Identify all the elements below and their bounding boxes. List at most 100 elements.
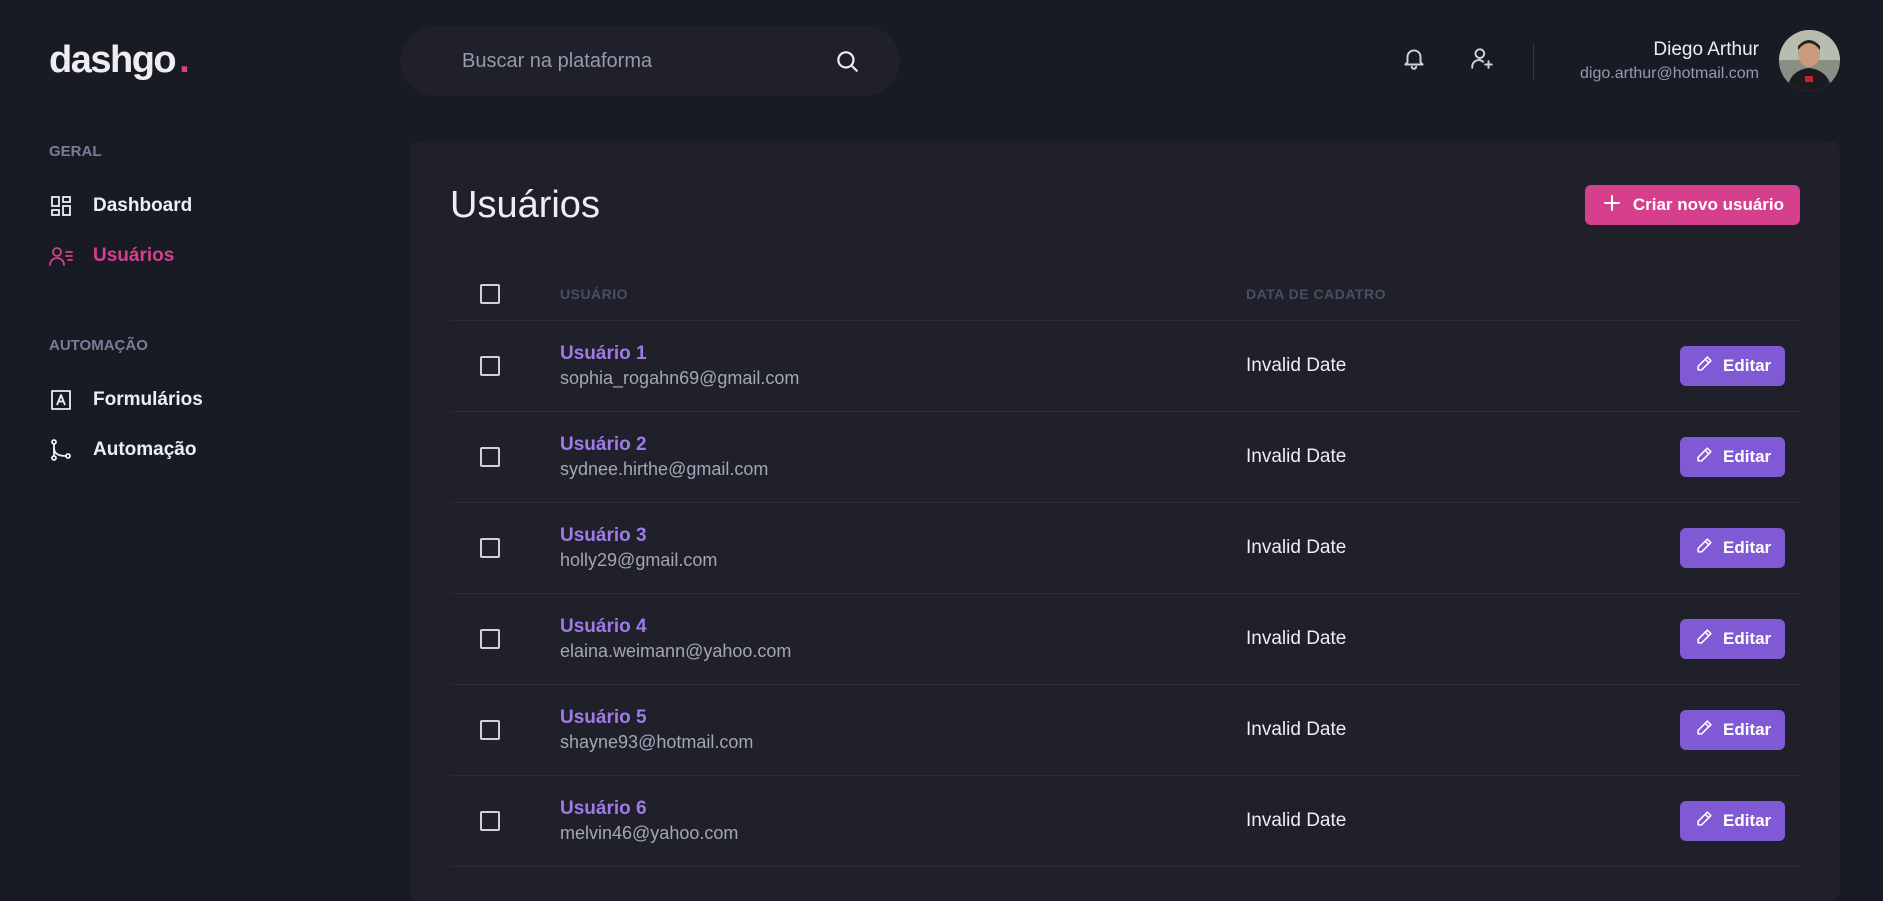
nav-automacao: Formulários Automação — [49, 386, 349, 464]
edit-user-button[interactable]: Editar — [1680, 619, 1786, 659]
user-cell: Usuário 3 holly29@gmail.com — [560, 524, 1246, 572]
bell-icon[interactable] — [1400, 44, 1428, 72]
column-header-user: USUÁRIO — [560, 285, 629, 302]
user-date: Invalid Date — [1246, 628, 1347, 649]
edit-label: Editar — [1723, 629, 1772, 648]
user-email: sophia_rogahn69@gmail.com — [560, 368, 800, 388]
user-email: shayne93@hotmail.com — [560, 732, 754, 752]
edit-user-button[interactable]: Editar — [1680, 437, 1786, 477]
user-cell: Usuário 4 elaina.weimann@yahoo.com — [560, 615, 1246, 663]
user-profile[interactable]: Diego Arthur digo.arthur@hotmail.com — [1580, 30, 1840, 91]
section-title-geral: GERAL — [49, 143, 102, 160]
create-user-label: Criar novo usuário — [1632, 195, 1784, 214]
user-plus-icon[interactable] — [1468, 44, 1496, 72]
sidebar-item-automacao[interactable]: Automação — [49, 436, 349, 464]
users-table: USUÁRIO DATA DE CADATRO Usuário 1 sophia… — [450, 267, 1800, 867]
table-row: Usuário 1 sophia_rogahn69@gmail.com Inva… — [450, 321, 1800, 412]
user-cell: Usuário 2 sydnee.hirthe@gmail.com — [560, 433, 1246, 481]
user-email: elaina.weimann@yahoo.com — [560, 641, 792, 661]
edit-label: Editar — [1723, 538, 1772, 557]
plus-icon — [1603, 194, 1621, 217]
card-header: Usuários Criar novo usuário — [450, 183, 1800, 227]
row-checkbox[interactable] — [480, 629, 500, 649]
edit-label: Editar — [1723, 356, 1772, 375]
search-bar[interactable] — [400, 26, 900, 96]
header-actions — [1400, 44, 1496, 72]
edit-user-button[interactable]: Editar — [1680, 801, 1786, 841]
user-cell: Usuário 5 shayne93@hotmail.com — [560, 706, 1246, 754]
user-name[interactable]: Usuário 6 — [560, 797, 1246, 821]
user-date: Invalid Date — [1246, 810, 1347, 831]
git-merge-icon — [49, 438, 73, 462]
user-date: Invalid Date — [1246, 719, 1347, 740]
table-row: Usuário 4 elaina.weimann@yahoo.com Inval… — [450, 594, 1800, 685]
top-header: dashgo. Diego Arthur digo.arthur@hotmail… — [0, 0, 1883, 120]
user-cell: Usuário 1 sophia_rogahn69@gmail.com — [560, 342, 1246, 390]
row-checkbox[interactable] — [480, 811, 500, 831]
pencil-icon — [1696, 810, 1713, 832]
profile-info: Diego Arthur digo.arthur@hotmail.com — [1580, 37, 1759, 85]
user-name[interactable]: Usuário 1 — [560, 342, 1246, 366]
user-email: sydnee.hirthe@gmail.com — [560, 459, 769, 479]
row-checkbox[interactable] — [480, 538, 500, 558]
user-name[interactable]: Usuário 3 — [560, 524, 1246, 548]
row-checkbox[interactable] — [480, 720, 500, 740]
column-header-date: DATA DE CADATRO — [1246, 285, 1386, 302]
logo-text: dashgo — [49, 39, 177, 81]
user-date: Invalid Date — [1246, 537, 1347, 558]
edit-user-button[interactable]: Editar — [1680, 710, 1786, 750]
table-row: Usuário 3 holly29@gmail.com Invalid Date… — [450, 503, 1800, 594]
profile-name: Diego Arthur — [1653, 38, 1759, 60]
edit-label: Editar — [1723, 447, 1772, 466]
user-name[interactable]: Usuário 5 — [560, 706, 1246, 730]
section-title-automacao: AUTOMAÇÃO — [49, 337, 148, 354]
sidebar-item-label: Dashboard — [93, 195, 193, 216]
avatar[interactable] — [1779, 30, 1840, 91]
row-checkbox[interactable] — [480, 356, 500, 376]
nav-geral: Dashboard Usuários — [49, 192, 349, 270]
pencil-icon — [1696, 355, 1713, 377]
dashgo-logo[interactable]: dashgo. — [49, 38, 190, 82]
edit-label: Editar — [1723, 720, 1772, 739]
pencil-icon — [1696, 537, 1713, 559]
row-checkbox[interactable] — [480, 447, 500, 467]
profile-email: digo.arthur@hotmail.com — [1580, 64, 1759, 82]
sidebar-section-geral: GERAL Dashboard Usuários — [49, 140, 349, 270]
user-date: Invalid Date — [1246, 446, 1347, 467]
pencil-icon — [1696, 628, 1713, 650]
select-all-checkbox[interactable] — [480, 283, 500, 304]
table-row: Usuário 2 sydnee.hirthe@gmail.com Invali… — [450, 412, 1800, 503]
sidebar-item-formularios[interactable]: Formulários — [49, 386, 349, 414]
logo-dot: . — [179, 39, 190, 81]
sidebar-item-dashboard[interactable]: Dashboard — [49, 192, 349, 220]
users-icon — [49, 244, 73, 268]
search-input[interactable] — [460, 48, 834, 74]
table-row: Usuário 6 melvin46@yahoo.com Invalid Dat… — [450, 776, 1800, 867]
edit-user-button[interactable]: Editar — [1680, 346, 1786, 386]
form-icon — [49, 388, 73, 412]
dashboard-icon — [49, 194, 73, 218]
sidebar-section-automacao: AUTOMAÇÃO Formulários Automação — [49, 334, 349, 464]
user-email: melvin46@yahoo.com — [560, 823, 739, 843]
edit-user-button[interactable]: Editar — [1680, 528, 1786, 568]
sidebar-item-label: Automação — [93, 439, 197, 460]
user-name[interactable]: Usuário 2 — [560, 433, 1246, 457]
user-name[interactable]: Usuário 4 — [560, 615, 1246, 639]
header-divider — [1533, 44, 1534, 80]
user-email: holly29@gmail.com — [560, 550, 718, 570]
users-card: Usuários Criar novo usuário USUÁRIO DATA… — [410, 141, 1840, 901]
sidebar-item-label: Usuários — [93, 245, 175, 266]
page-title: Usuários — [450, 183, 600, 226]
sidebar-item-label: Formulários — [93, 389, 203, 410]
edit-label: Editar — [1723, 811, 1772, 830]
search-icon[interactable] — [834, 48, 860, 74]
pencil-icon — [1696, 719, 1713, 741]
user-date: Invalid Date — [1246, 355, 1347, 376]
table-header: USUÁRIO DATA DE CADATRO — [450, 267, 1800, 321]
create-user-button[interactable]: Criar novo usuário — [1584, 185, 1800, 225]
sidebar-item-usuarios[interactable]: Usuários — [49, 242, 349, 270]
table-row: Usuário 5 shayne93@hotmail.com Invalid D… — [450, 685, 1800, 776]
user-cell: Usuário 6 melvin46@yahoo.com — [560, 797, 1246, 845]
pencil-icon — [1696, 446, 1713, 468]
sidebar: GERAL Dashboard Usuários AUTOMAÇÃO Formu… — [49, 140, 349, 464]
